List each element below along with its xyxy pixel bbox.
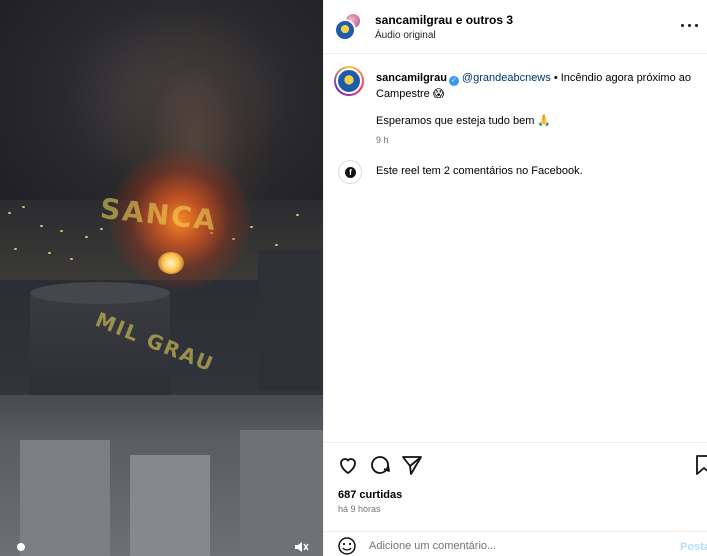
post-button[interactable]: Postar — [680, 541, 707, 553]
comment-icon[interactable] — [368, 453, 392, 477]
wall — [130, 455, 210, 556]
post-sidebar: sancamilgrau e outros 3 Áudio original s… — [323, 0, 707, 556]
caption-username[interactable]: sancamilgrau — [376, 72, 447, 84]
post-header: sancamilgrau e outros 3 Áudio original — [324, 0, 707, 54]
more-options-icon[interactable] — [680, 18, 700, 34]
facebook-comments-notice: f Este reel tem 2 comentários no Faceboo… — [334, 160, 694, 184]
mute-icon[interactable] — [292, 538, 310, 556]
video-dot-icon — [17, 543, 25, 551]
reel-video[interactable]: SANCA MIL GRAU — [0, 0, 323, 556]
water-tank-top — [30, 282, 170, 304]
building — [258, 250, 323, 390]
avatar — [334, 19, 356, 41]
avatar[interactable] — [334, 66, 364, 96]
share-icon[interactable] — [400, 453, 424, 477]
mention-link[interactable]: @grandeabcnews — [462, 72, 551, 84]
verified-icon: ✓ — [448, 76, 459, 86]
bookmark-icon[interactable] — [692, 453, 707, 477]
wall — [20, 440, 110, 556]
post-author-title[interactable]: sancamilgrau e outros 3 — [375, 13, 513, 27]
facebook-comments-text: Este reel tem 2 comentários no Facebook. — [376, 165, 583, 177]
audio-label[interactable]: Áudio original — [375, 30, 436, 41]
facebook-icon: f — [338, 160, 362, 184]
likes-count[interactable]: 687 curtidas — [338, 489, 402, 501]
caption-text: sancamilgrau ✓ @grandeabcnews • Incêndio a… — [376, 70, 698, 102]
caption-line-2: Esperamos que esteja tudo bem 🙏 — [376, 115, 552, 127]
fire-core — [158, 252, 184, 274]
comment-input[interactable] — [369, 536, 659, 556]
heart-icon[interactable] — [336, 453, 360, 477]
emoji-icon[interactable] — [337, 536, 357, 556]
caption-timestamp[interactable]: 9 h — [376, 135, 389, 145]
post-age: há 9 horas — [338, 504, 381, 514]
comment-bar: Postar — [324, 531, 707, 556]
avatar-stack[interactable] — [334, 12, 366, 44]
wall — [240, 430, 323, 556]
action-bar — [324, 442, 707, 486]
